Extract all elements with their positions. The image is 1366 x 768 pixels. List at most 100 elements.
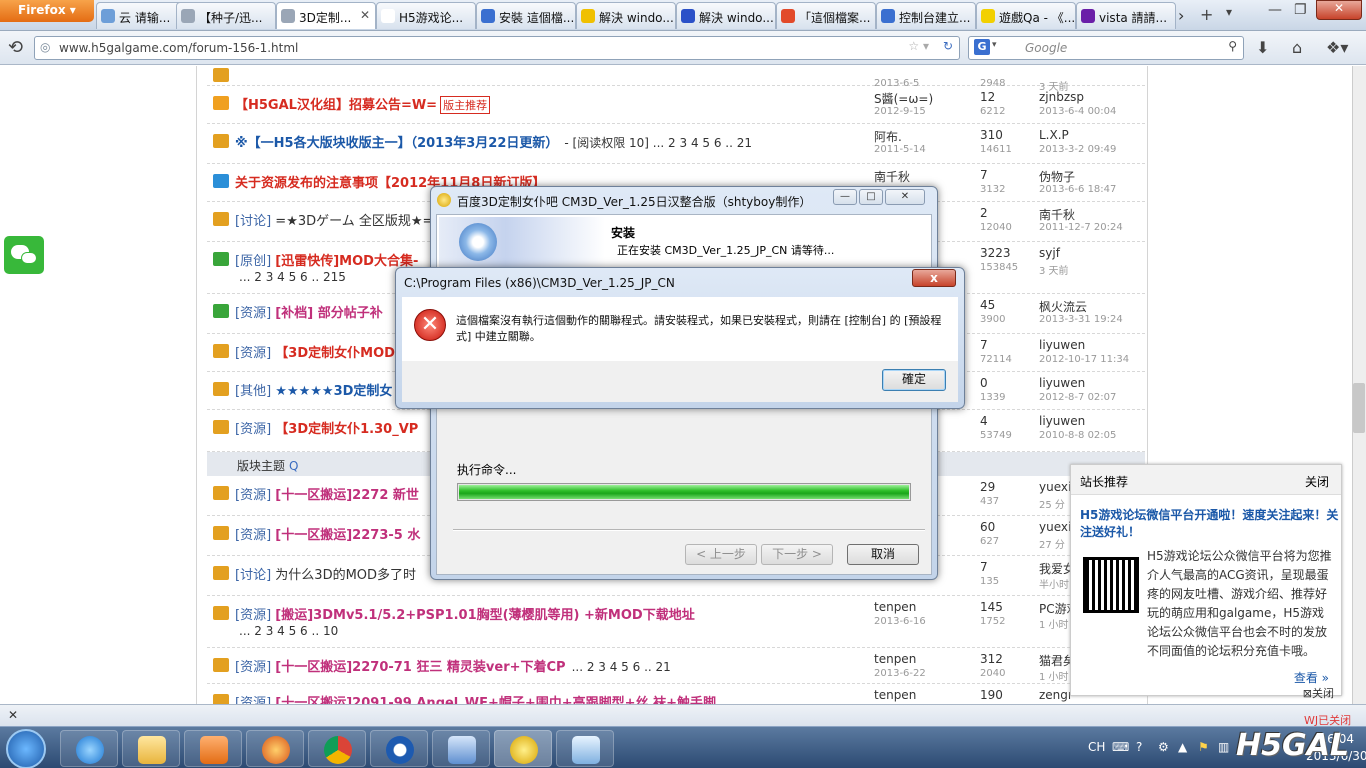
thread-type-link[interactable]: [资源]	[235, 346, 271, 361]
google-engine-icon[interactable]: G	[974, 39, 990, 55]
section-search-icon[interactable]: Q	[289, 459, 298, 473]
wechat-float-icon[interactable]	[4, 236, 44, 274]
last-poster[interactable]: 南千秋	[1039, 206, 1075, 223]
recommend-headline-link[interactable]: H5游戏论坛微信平台开通啦！速度关注起来！关注送好礼！	[1080, 507, 1340, 541]
last-post-date[interactable]: 2013-3-31 19:24	[1039, 314, 1123, 325]
url-bar[interactable]: ◎ www.h5galgame.com/forum-156-1.html ☆ ▾…	[34, 36, 960, 60]
installer-minimize-icon[interactable]: —	[833, 189, 857, 205]
help-tray-icon[interactable]: ?	[1136, 740, 1142, 754]
last-post-date[interactable]: 2013-6-6 18:47	[1039, 184, 1116, 195]
thread-title-link[interactable]: 为什么3D的MOD多了时	[275, 568, 416, 583]
error-close-icon[interactable]: x	[912, 269, 956, 287]
thread-title-link[interactable]: [十一区搬运]2273-5 水	[275, 528, 420, 543]
downloads-icon[interactable]: ⬇	[1256, 38, 1269, 57]
thread-pager[interactable]: ... 2 3 4 5 6 .. 215	[239, 270, 346, 284]
engine-dropdown-icon[interactable]: ▾	[992, 40, 997, 50]
thread-title-link[interactable]: [搬运]3DMv5.1/5.2+PSP1.01胸型(薄樱肌等用) +新MOD下载…	[275, 608, 694, 623]
thread-pager[interactable]: ... 2 3 4 5 6 .. 21	[572, 660, 671, 674]
search-icon[interactable]: ⚲	[1228, 39, 1237, 53]
thread-title-link[interactable]: 【H5GAL汉化组】招募公告=W=	[235, 98, 437, 113]
thread-type-link[interactable]: [原创]	[235, 254, 271, 269]
installer-taskbar-icon[interactable]	[494, 730, 552, 767]
last-poster[interactable]: yuexi	[1039, 520, 1071, 534]
last-post-date[interactable]: 半小时	[1039, 576, 1069, 591]
firefox-taskbar-icon[interactable]	[246, 730, 304, 767]
last-post-date[interactable]: 1 小时	[1039, 668, 1069, 683]
thread-author[interactable]: tenpen	[874, 652, 916, 666]
notepad-taskbar-icon[interactable]	[556, 730, 614, 767]
new-tab-icon[interactable]: +	[1200, 5, 1213, 24]
flag-tray-icon[interactable]: ⚑	[1198, 740, 1209, 754]
addon-icon[interactable]: ❖▾	[1326, 38, 1348, 57]
close-window-icon[interactable]: ✕	[1316, 0, 1362, 20]
thread-author[interactable]: 阿布.	[874, 128, 902, 145]
thread-title-link[interactable]: ※【一H5各大版块收版主一】（2013年3月22日更新）	[235, 136, 558, 151]
last-poster[interactable]: liyuwen	[1039, 338, 1085, 352]
last-poster[interactable]: zjnbzsp	[1039, 90, 1084, 104]
thread-type-link[interactable]: [讨论]	[235, 568, 271, 583]
control-panel-taskbar-icon[interactable]	[432, 730, 490, 767]
installer-close-icon[interactable]: ✕	[885, 189, 925, 205]
thread-author[interactable]: tenpen	[874, 688, 916, 702]
thread-title-link[interactable]: =★3Dゲーム 全区版规★=	[275, 214, 433, 229]
back-button[interactable]: < 上一步	[685, 544, 757, 565]
explorer-taskbar-icon[interactable]	[122, 730, 180, 767]
back-icon[interactable]: ⟲	[8, 37, 23, 58]
last-poster[interactable]: zengr	[1039, 688, 1073, 702]
browser-tab[interactable]: 解決 windo...	[576, 2, 676, 29]
ok-button[interactable]: 確定	[882, 369, 946, 391]
last-post-date[interactable]: 2011-12-7 20:24	[1039, 222, 1123, 233]
last-poster[interactable]: yuexi	[1039, 480, 1071, 494]
thread-author[interactable]: S醬(=ω=)	[874, 90, 933, 107]
last-post-date[interactable]: 25 分	[1039, 496, 1065, 511]
thread-type-link[interactable]: [讨论]	[235, 214, 271, 229]
last-poster[interactable]: 伪物子	[1039, 168, 1075, 185]
settings-tray-icon[interactable]: ⚙	[1158, 740, 1169, 754]
chrome-taskbar-icon[interactable]	[308, 730, 366, 767]
cancel-button[interactable]: 取消	[847, 544, 919, 565]
home-icon[interactable]: ⌂	[1292, 38, 1302, 57]
thread-type-link[interactable]: [其他]	[235, 384, 271, 399]
last-post-date[interactable]: 2013-3-2 09:49	[1039, 144, 1116, 155]
installer-maximize-icon[interactable]: □	[859, 189, 883, 205]
thread-type-link[interactable]: [资源]	[235, 608, 271, 623]
firefox-menu-button[interactable]: Firefox ▾	[0, 0, 94, 22]
thread-title-link[interactable]: ★★★★★3D定制女	[275, 384, 392, 399]
thread-title-link[interactable]: 【3D定制女仆MOD	[275, 346, 395, 361]
thread-type-link[interactable]: [资源]	[235, 528, 271, 543]
language-indicator[interactable]: CH	[1088, 740, 1105, 754]
next-button[interactable]: 下一步 >	[761, 544, 833, 565]
reload-icon[interactable]: ↻	[943, 39, 953, 53]
bookmark-star-icon[interactable]: ☆ ▾	[908, 39, 929, 53]
last-poster[interactable]: syjf	[1039, 246, 1060, 260]
browser-tab[interactable]: 控制台建立...	[876, 2, 976, 29]
scrollbar-thumb[interactable]	[1353, 383, 1365, 433]
browser-tab[interactable]: 安裝 這個檔...	[476, 2, 576, 29]
thread-type-link[interactable]: [资源]	[235, 488, 271, 503]
minimize-window-icon[interactable]: —	[1268, 2, 1282, 18]
ie-taskbar-icon[interactable]	[60, 730, 118, 767]
app-taskbar-icon[interactable]	[370, 730, 428, 767]
search-input[interactable]: G ▾ Google ⚲	[968, 36, 1244, 60]
media-player-taskbar-icon[interactable]	[184, 730, 242, 767]
tab-list-icon[interactable]: ▾	[1226, 5, 1232, 19]
network-tray-icon[interactable]: ▥	[1218, 740, 1229, 754]
keyboard-tray-icon[interactable]: ⌨	[1112, 740, 1129, 754]
thread-title-link[interactable]: [十一区搬运]2272 新世	[275, 488, 419, 503]
tab-close-icon[interactable]: ✕	[360, 8, 370, 22]
browser-tab[interactable]: 「這個檔案...	[776, 2, 876, 29]
browser-tab[interactable]: H5游戏论...	[376, 2, 476, 29]
tab-scroll-right-icon[interactable]: ›	[1178, 6, 1184, 25]
thread-title-link[interactable]: [迅雷快传]MOD大合集-	[275, 254, 418, 269]
recommend-more-link[interactable]: 查看 »	[1294, 669, 1329, 686]
last-post-date[interactable]: 2013-6-4 00:04	[1039, 106, 1116, 117]
thread-author[interactable]: tenpen	[874, 600, 916, 614]
last-post-date[interactable]: 2012-10-17 11:34	[1039, 354, 1129, 365]
thread-title-link[interactable]: [十一区搬运]2270-71 狂三 精灵装ver+下着CP	[275, 660, 565, 675]
last-post-date[interactable]: 27 分	[1039, 536, 1065, 551]
thread-type-link[interactable]: [资源]	[235, 660, 271, 675]
last-poster[interactable]: 枫火流云	[1039, 298, 1087, 315]
thread-pager[interactable]: ... 2 3 4 5 6 .. 10	[239, 624, 338, 638]
last-poster[interactable]: L.X.P	[1039, 128, 1069, 142]
thread-type-link[interactable]: [资源]	[235, 306, 271, 321]
